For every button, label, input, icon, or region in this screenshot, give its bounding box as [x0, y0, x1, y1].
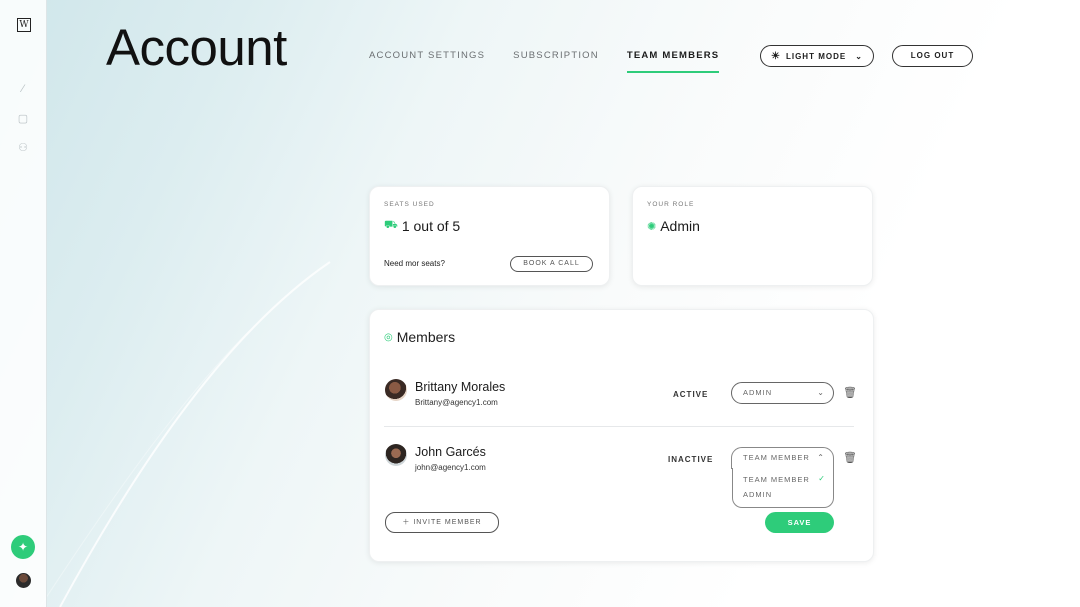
seats-note: Need mor seats? — [384, 259, 445, 268]
members-title: ◎ Members — [384, 329, 455, 345]
globe-icon: ✺ — [647, 220, 657, 233]
member-role-value: ADMIN — [743, 388, 773, 397]
trash-icon[interactable]: 🗑 — [843, 387, 857, 399]
role-label: YOUR ROLE — [647, 201, 695, 208]
magic-action-button[interactable]: ✦ — [11, 535, 35, 559]
plus-icon: ＋ — [402, 519, 411, 526]
tab-account-settings[interactable]: ACCOUNT SETTINGS — [369, 50, 485, 73]
members-icon: ◎ — [384, 331, 393, 343]
chevron-up-icon: ⌃ — [817, 453, 825, 462]
member-status: INACTIVE — [668, 455, 714, 464]
member-role-value: TEAM MEMBER — [743, 453, 810, 462]
seats-count: 1 out of 5 — [401, 218, 461, 234]
tab-bar: ACCOUNT SETTINGS SUBSCRIPTION TEAM MEMBE… — [369, 50, 747, 73]
app-logo[interactable]: W — [17, 18, 31, 32]
role-value: ✺ Admin — [647, 218, 700, 234]
chevron-down-icon: ⌄ — [817, 388, 825, 397]
invite-member-label: INVITE MEMBER — [413, 519, 482, 526]
divider — [384, 426, 854, 427]
users-icon[interactable]: ⚇ — [17, 142, 29, 154]
member-role-select[interactable]: TEAM MEMBER ⌃ — [731, 447, 834, 469]
book-call-button[interactable]: BOOK A CALL — [510, 256, 593, 272]
avatar — [385, 379, 407, 401]
member-email: john@agency1.com — [415, 463, 486, 472]
seats-value: ⛟ 1 out of 5 — [384, 218, 460, 234]
save-button[interactable]: SAVE — [765, 512, 834, 533]
sidebar: W ⁄ ▢ ⚇ ✦ — [0, 0, 47, 607]
tab-subscription[interactable]: SUBSCRIPTION — [513, 50, 599, 73]
member-name: Brittany Morales — [415, 380, 506, 394]
theme-mode-value: LIGHT MODE — [785, 51, 847, 61]
tab-team-members[interactable]: TEAM MEMBERS — [626, 50, 720, 73]
check-icon: ✓ — [818, 474, 825, 483]
member-role-select[interactable]: ADMIN ⌄ — [731, 382, 834, 404]
avatar — [385, 444, 407, 466]
seats-label: SEATS USED — [384, 201, 435, 208]
theme-mode-select[interactable]: ☀ LIGHT MODE ⌄ — [760, 45, 874, 67]
member-name: John Garcés — [415, 445, 486, 459]
dropdown-option-admin[interactable]: ADMIN — [743, 490, 772, 499]
member-email: Brittany@agency1.com — [415, 398, 498, 407]
magic-wand-icon[interactable]: ⁄ — [17, 83, 29, 95]
sun-icon: ☀ — [771, 50, 781, 62]
trash-icon[interactable]: 🗑 — [843, 452, 857, 464]
role-dropdown-menu: TEAM MEMBER ✓ ADMIN — [732, 468, 834, 508]
members-title-text: Members — [396, 329, 456, 345]
chevron-down-icon: ⌄ — [855, 51, 863, 61]
dropdown-option-team-member[interactable]: TEAM MEMBER — [743, 475, 810, 484]
seat-icon: ⛟ — [384, 219, 398, 231]
document-icon[interactable]: ▢ — [17, 113, 29, 125]
member-status: ACTIVE — [673, 390, 709, 399]
page-title: Account — [106, 19, 287, 76]
invite-member-button[interactable]: ＋ INVITE MEMBER — [385, 512, 499, 533]
avatar[interactable] — [16, 573, 31, 588]
logout-button[interactable]: LOG OUT — [892, 45, 973, 67]
role-text: Admin — [660, 218, 700, 234]
